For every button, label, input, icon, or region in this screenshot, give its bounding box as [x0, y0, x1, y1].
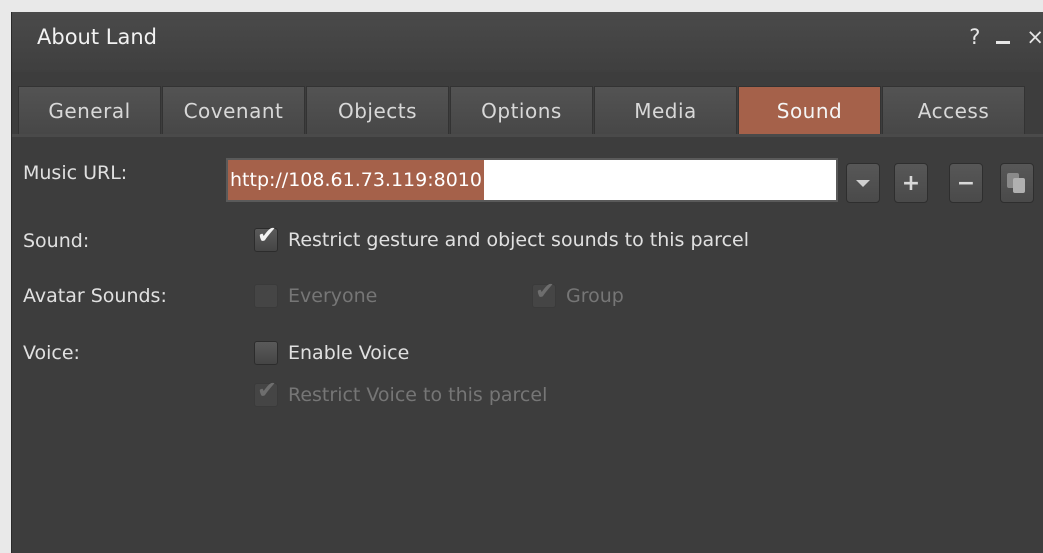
tab-access[interactable]: Access — [882, 86, 1025, 134]
avatar-sounds-label: Avatar Sounds: — [23, 285, 167, 307]
tab-options[interactable]: Options — [450, 86, 593, 134]
sound-label: Sound: — [23, 230, 90, 252]
tab-media[interactable]: Media — [594, 86, 737, 134]
checkmark-icon: ✔ — [257, 376, 278, 404]
everyone-checkbox — [254, 284, 278, 308]
tab-bar: General Covenant Objects Options Media S… — [18, 86, 1026, 136]
minimize-icon[interactable] — [996, 40, 1011, 44]
restrict-voice-label: Restrict Voice to this parcel — [288, 384, 548, 406]
voice-label: Voice: — [23, 342, 80, 364]
add-url-button[interactable]: + — [894, 163, 928, 203]
about-land-window: About Land ? × General Covenant Objects … — [11, 12, 1043, 553]
music-url-value: http://108.61.73.119:8010 — [228, 160, 484, 200]
checkmark-icon: ✔ — [535, 277, 556, 305]
chevron-down-icon — [856, 179, 870, 187]
window-controls: ? × — [953, 22, 1043, 52]
window-title: About Land — [37, 25, 157, 49]
music-url-label: Music URL: — [23, 162, 128, 184]
group-label: Group — [566, 285, 624, 307]
tab-covenant[interactable]: Covenant — [162, 86, 305, 134]
music-url-input[interactable]: http://108.61.73.119:8010 — [226, 158, 838, 202]
tab-divider — [12, 134, 1043, 137]
tab-sound[interactable]: Sound — [738, 86, 881, 134]
group-option: ✔ Group — [532, 279, 624, 308]
restrict-voice-checkbox: ✔ — [254, 378, 278, 407]
tab-objects[interactable]: Objects — [306, 86, 449, 134]
enable-voice-checkbox[interactable] — [254, 341, 278, 365]
close-icon[interactable]: × — [1026, 25, 1043, 49]
music-url-dropdown-button[interactable] — [846, 163, 880, 203]
restrict-sounds-option[interactable]: ✔ Restrict gesture and object sounds to … — [254, 223, 749, 252]
enable-voice-option[interactable]: Enable Voice — [254, 341, 409, 365]
restrict-voice-option: ✔ Restrict Voice to this parcel — [254, 378, 548, 407]
enable-voice-label: Enable Voice — [288, 342, 410, 364]
help-icon[interactable]: ? — [969, 25, 980, 49]
group-checkbox: ✔ — [532, 279, 556, 308]
checkmark-icon: ✔ — [257, 221, 278, 249]
everyone-label: Everyone — [288, 285, 378, 307]
everyone-option: Everyone — [254, 284, 377, 308]
copy-url-button[interactable] — [1000, 163, 1034, 203]
copy-icon — [1007, 173, 1027, 193]
restrict-sounds-label: Restrict gesture and object sounds to th… — [288, 229, 749, 251]
restrict-sounds-checkbox[interactable]: ✔ — [254, 223, 278, 252]
remove-url-button[interactable]: − — [949, 163, 983, 203]
title-bar[interactable]: About Land ? × — [12, 12, 1043, 72]
tab-general[interactable]: General — [18, 86, 161, 134]
